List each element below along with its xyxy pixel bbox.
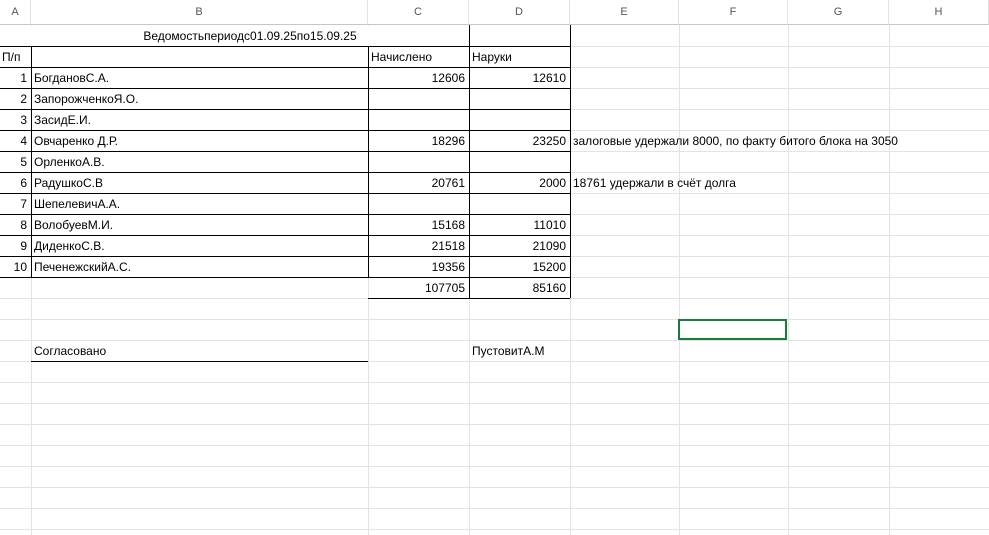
employee-name[interactable]: ПеченежскийА.С. xyxy=(31,257,368,277)
cash-cell[interactable]: 15200 xyxy=(469,257,570,277)
employee-name[interactable]: ШепелевичА.А. xyxy=(31,194,368,214)
cash-cell[interactable]: 21090 xyxy=(469,236,570,256)
employee-name[interactable]: БогдановС.А. xyxy=(31,68,368,88)
gridline xyxy=(889,25,890,535)
header-num[interactable]: П/п xyxy=(0,47,31,67)
table-border xyxy=(0,88,570,89)
gridline xyxy=(0,529,989,530)
cash-cell[interactable]: 2000 xyxy=(469,173,570,193)
row-num[interactable]: 6 xyxy=(0,173,31,193)
sheet-title[interactable]: Ведомостьпериодс01.09.25по15.09.25 xyxy=(31,26,469,46)
gridline xyxy=(0,382,989,383)
note-cell[interactable]: 18761 удержали в счёт долга xyxy=(570,173,989,193)
gridline xyxy=(0,424,989,425)
row-num[interactable]: 9 xyxy=(0,236,31,256)
active-cell-selection[interactable] xyxy=(678,319,787,340)
gridline xyxy=(679,25,680,535)
total-cash[interactable]: 85160 xyxy=(469,278,570,298)
column-header-f[interactable]: F xyxy=(679,0,788,25)
gridline xyxy=(0,403,989,404)
column-header-b[interactable]: B xyxy=(31,0,368,25)
column-header-label: G xyxy=(833,6,843,18)
accrued-cell[interactable]: 18296 xyxy=(368,131,469,151)
cash-cell[interactable]: 23250 xyxy=(469,131,570,151)
accrued-cell[interactable]: 15168 xyxy=(368,215,469,235)
column-header-label: B xyxy=(195,6,203,18)
table-border xyxy=(0,277,570,278)
row-num[interactable]: 8 xyxy=(0,215,31,235)
signature-line xyxy=(31,361,368,362)
row-num[interactable]: 7 xyxy=(0,194,31,214)
table-border xyxy=(0,151,570,152)
column-header-c[interactable]: C xyxy=(368,0,469,25)
accrued-cell[interactable]: 19356 xyxy=(368,257,469,277)
table-border xyxy=(0,214,570,215)
employee-name[interactable]: ДиденкоС.В. xyxy=(31,236,368,256)
column-header-d[interactable]: D xyxy=(469,0,570,25)
spreadsheet: A B C D E F G H Ведомостьпериодс01.09.25… xyxy=(0,0,989,535)
row-num[interactable]: 2 xyxy=(0,89,31,109)
cash-cell[interactable]: 12610 xyxy=(469,68,570,88)
gridline xyxy=(0,508,989,509)
total-accrued[interactable]: 107705 xyxy=(368,278,469,298)
column-header-label: D xyxy=(515,6,523,18)
signer-name[interactable]: ПустовитА.М xyxy=(469,341,570,361)
table-border xyxy=(0,193,570,194)
gridline xyxy=(0,487,989,488)
accrued-cell[interactable]: 21518 xyxy=(368,236,469,256)
table-border xyxy=(31,46,32,277)
header-accrued[interactable]: Начислено xyxy=(368,47,469,67)
column-header-label: F xyxy=(729,6,737,18)
column-header-label: C xyxy=(414,6,422,18)
row-num[interactable]: 4 xyxy=(0,131,31,151)
approved-label[interactable]: Согласовано xyxy=(31,341,368,361)
employee-name[interactable]: Овчаренко Д.Р. xyxy=(31,131,368,151)
gridline xyxy=(788,25,789,535)
table-border xyxy=(570,25,571,298)
employee-name[interactable]: ВолобуевМ.И. xyxy=(31,215,368,235)
table-border xyxy=(0,109,570,110)
table-border xyxy=(469,25,470,298)
employee-name[interactable]: РадушкоС.В xyxy=(31,173,368,193)
table-border xyxy=(368,46,369,277)
table-border xyxy=(0,172,570,173)
row-num[interactable]: 5 xyxy=(0,152,31,172)
column-header-h[interactable]: H xyxy=(889,0,989,25)
row-num[interactable]: 10 xyxy=(0,257,31,277)
employee-name[interactable]: ЗасидЕ.И. xyxy=(31,110,368,130)
column-header-g[interactable]: G xyxy=(788,0,889,25)
table-border xyxy=(0,67,570,68)
gridline xyxy=(0,319,989,320)
accrued-cell[interactable]: 12606 xyxy=(368,68,469,88)
gridline xyxy=(0,466,989,467)
row-num[interactable]: 3 xyxy=(0,110,31,130)
gridline xyxy=(0,445,989,446)
table-border xyxy=(0,130,570,131)
column-header-a[interactable]: A xyxy=(0,0,31,25)
cash-cell[interactable]: 11010 xyxy=(469,215,570,235)
table-border xyxy=(0,235,570,236)
table-border xyxy=(0,46,570,47)
column-header-label: H xyxy=(934,6,943,18)
column-header-label: E xyxy=(620,6,628,18)
header-cash[interactable]: Наруки xyxy=(469,47,570,67)
table-border xyxy=(0,256,570,257)
column-header-e[interactable]: E xyxy=(570,0,679,25)
note-cell[interactable]: залоговые удержали 8000, по факту битого… xyxy=(570,131,989,151)
table-border xyxy=(368,298,570,299)
accrued-cell[interactable]: 20761 xyxy=(368,173,469,193)
employee-name[interactable]: ОрленкоА.В. xyxy=(31,152,368,172)
employee-name[interactable]: ЗапорожченкоЯ.О. xyxy=(31,89,368,109)
row-num[interactable]: 1 xyxy=(0,68,31,88)
column-header-label: A xyxy=(11,6,19,18)
